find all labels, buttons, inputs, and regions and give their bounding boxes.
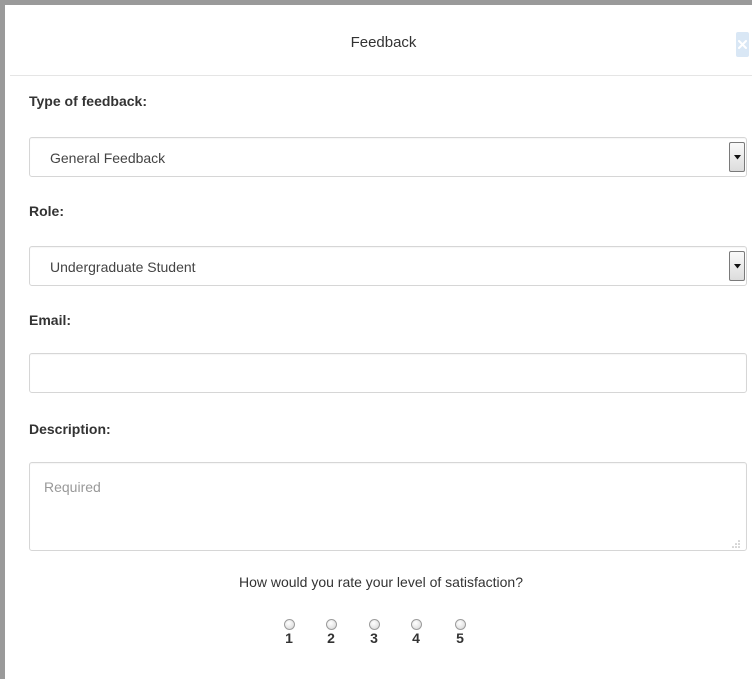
radio-button[interactable]	[283, 619, 295, 630]
radio-button[interactable]	[368, 619, 380, 630]
close-icon	[738, 40, 747, 49]
feedback-type-label: Type of feedback:	[29, 93, 147, 109]
chevron-down-icon	[734, 264, 741, 269]
chevron-down-icon	[734, 155, 741, 160]
satisfaction-rating: 1 2 3 4 5	[279, 619, 479, 659]
rating-option-3[interactable]: 3	[364, 619, 384, 645]
rating-option-5[interactable]: 5	[450, 619, 470, 645]
feedback-dialog: Feedback Type of feedback: General Feedb…	[0, 0, 752, 679]
radio-button[interactable]	[454, 619, 466, 630]
role-label: Role:	[29, 203, 64, 219]
radio-button[interactable]	[410, 619, 422, 630]
description-textarea[interactable]	[29, 462, 747, 551]
dialog-header: Feedback	[10, 10, 752, 76]
email-field[interactable]	[29, 353, 747, 393]
role-value: Undergraduate Student	[50, 259, 196, 275]
role-select[interactable]: Undergraduate Student	[29, 246, 747, 286]
rating-option-1[interactable]: 1	[279, 619, 299, 645]
feedback-type-select[interactable]: General Feedback	[29, 137, 747, 177]
satisfaction-question: How would you rate your level of satisfa…	[238, 574, 524, 590]
feedback-type-value: General Feedback	[50, 150, 166, 166]
rating-option-4[interactable]: 4	[406, 619, 426, 645]
rating-option-label: 4	[412, 630, 420, 646]
rating-option-label: 5	[456, 630, 464, 646]
dialog-title: Feedback	[350, 34, 417, 51]
description-label: Description:	[29, 421, 111, 437]
rating-option-label: 2	[327, 630, 335, 646]
rating-option-2[interactable]: 2	[321, 619, 341, 645]
radio-button[interactable]	[325, 619, 337, 630]
close-button[interactable]	[736, 32, 749, 57]
dropdown-button[interactable]	[729, 251, 745, 281]
rating-option-label: 1	[285, 630, 293, 646]
email-label: Email:	[29, 312, 72, 328]
rating-option-label: 3	[370, 630, 378, 646]
resize-grip-icon[interactable]	[732, 540, 740, 548]
dropdown-button[interactable]	[729, 142, 745, 172]
